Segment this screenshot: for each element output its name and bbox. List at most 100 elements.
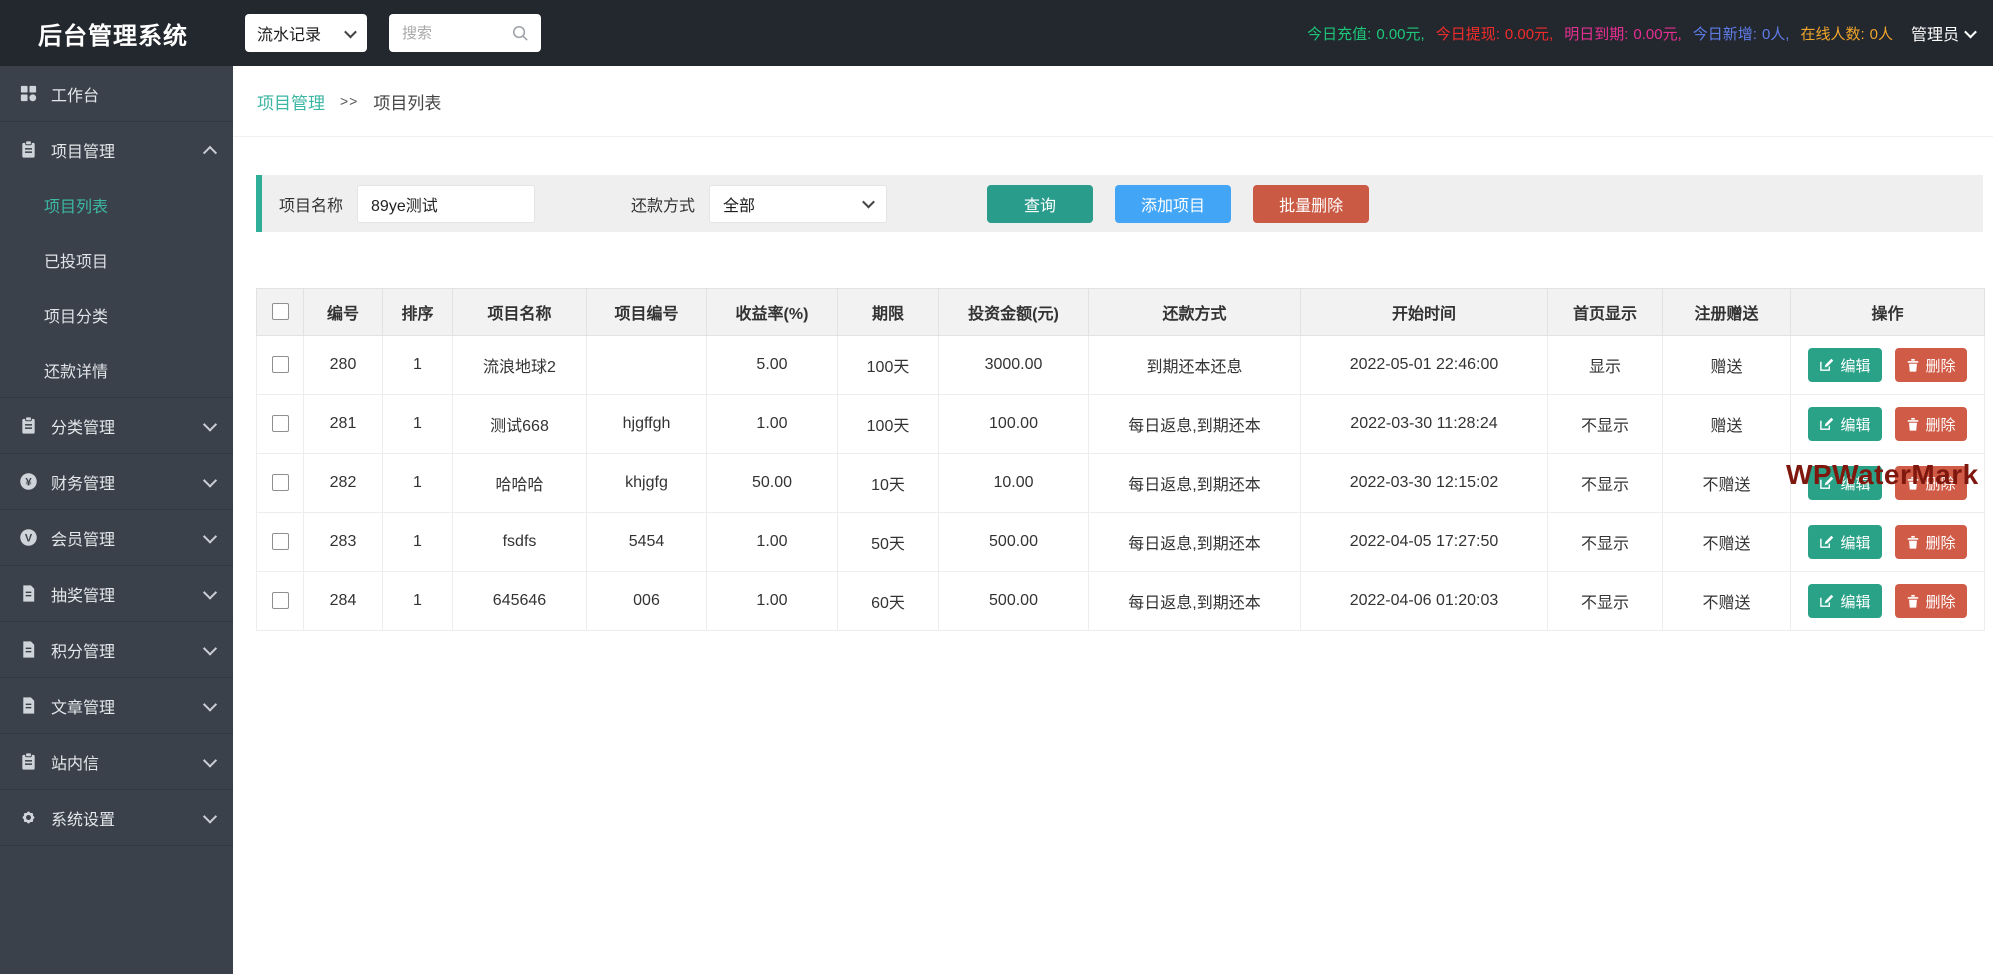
breadcrumb-parent[interactable]: 项目管理 [257,89,325,114]
batch-delete-button[interactable]: 批量删除 [1253,185,1369,223]
row-checkbox[interactable] [272,533,289,550]
sidebar-group-points-manage: 积分管理 [0,622,233,678]
chevron-down-icon [203,585,217,599]
cell-rate: 1.00 [707,395,838,454]
delete-button[interactable]: 删除 [1895,407,1967,441]
row-checkbox[interactable] [272,592,289,609]
sidebar-item-workbench[interactable]: 工作台 [0,66,233,121]
stat-label: 今日新增: [1693,23,1757,44]
sidebar-item-finance-manage[interactable]: ¥财务管理 [0,454,233,509]
cell-actions: 编辑 删除 [1791,395,1985,454]
sidebar-item-article-manage[interactable]: 文章管理 [0,678,233,733]
cell-start: 2022-04-05 17:27:50 [1301,513,1548,572]
cell-term: 100天 [838,336,939,395]
stat-due-tomorrow: 明日到期:0.00元, [1564,23,1682,44]
cell-amount: 10.00 [939,454,1089,513]
module-select[interactable]: 流水记录 [245,14,367,52]
cell-sort: 1 [383,395,453,454]
row-checkbox[interactable] [272,415,289,432]
edit-button[interactable]: 编辑 [1808,466,1881,500]
sidebar-item-label: 工作台 [51,82,215,106]
table-row: 284 1 645646 006 1.00 60天 500.00 每日返息,到期… [257,572,1985,631]
cell-display: 不显示 [1548,395,1663,454]
topbar-search-box[interactable] [389,14,541,52]
sidebar-item-lottery-manage[interactable]: 抽奖管理 [0,566,233,621]
stat-recharge: 今日充值:0.00元, [1307,23,1425,44]
cell-id: 281 [304,395,383,454]
cell-actions: 编辑 删除 [1791,572,1985,631]
delete-button[interactable]: 删除 [1895,348,1967,382]
stat-online: 在线人数:0人 [1800,23,1893,44]
cell-gift: 不赠送 [1663,454,1791,513]
delete-button[interactable]: 删除 [1895,466,1967,500]
search-input[interactable] [400,24,511,43]
admin-menu[interactable]: 管理员 [1911,21,1993,45]
stat-withdraw: 今日提现:0.00元, [1436,23,1554,44]
cell-start: 2022-04-06 01:20:03 [1301,572,1548,631]
sidebar-item-project-manage[interactable]: 项目管理 [0,122,233,177]
cell-term: 50天 [838,513,939,572]
cell-term: 60天 [838,572,939,631]
stat-value: 0.00元, [1505,23,1553,44]
delete-button[interactable]: 删除 [1895,525,1967,559]
edit-button[interactable]: 编辑 [1808,584,1881,618]
file-icon [19,584,38,603]
svg-text:V: V [25,532,33,544]
chevron-down-icon [203,417,217,431]
cell-code: hjgffgh [587,395,707,454]
cell-actions: 编辑 删除 [1791,454,1985,513]
edit-button[interactable]: 编辑 [1808,407,1881,441]
chevron-up-icon [203,145,217,159]
table-row: 281 1 测试668 hjgffgh 1.00 100天 100.00 每日返… [257,395,1985,454]
sidebar-subitem-invested-projects[interactable]: 已投项目 [0,232,233,287]
sidebar-item-category-manage[interactable]: 分类管理 [0,398,233,453]
edit-button[interactable]: 编辑 [1808,525,1881,559]
row-checkbox[interactable] [272,474,289,491]
project-name-input[interactable] [357,185,535,223]
delete-button[interactable]: 删除 [1895,584,1967,618]
edit-button[interactable]: 编辑 [1808,348,1881,382]
sidebar-subitem-project-category[interactable]: 项目分类 [0,287,233,342]
cell-rate: 1.00 [707,572,838,631]
trash-icon [1906,594,1920,609]
col-repay: 还款方式 [1089,289,1301,336]
cell-display: 不显示 [1548,572,1663,631]
yuan-circle-icon: ¥ [19,472,38,491]
chevron-down-icon [203,641,217,655]
table-row: 283 1 fsdfs 5454 1.00 50天 500.00 每日返息,到期… [257,513,1985,572]
sidebar-item-label: 抽奖管理 [51,582,205,606]
cell-code: khjgfg [587,454,707,513]
query-button[interactable]: 查询 [987,185,1093,223]
clipboard-icon [19,416,38,435]
cell-rate: 1.00 [707,513,838,572]
sidebar-subitem-project-list[interactable]: 项目列表 [0,177,233,232]
sidebar-item-system-settings[interactable]: 系统设置 [0,790,233,845]
chevron-down-icon [203,697,217,711]
select-all-checkbox[interactable] [272,303,289,320]
cell-code: 006 [587,572,707,631]
cell-code: 5454 [587,513,707,572]
breadcrumb-current: 项目列表 [373,89,441,114]
clipboard-icon [19,140,38,159]
stat-label: 今日提现: [1436,23,1500,44]
filter-bar: 项目名称 还款方式 全部 查询 添加项目 批量删除 [256,175,1983,232]
edit-icon [1819,535,1834,550]
svg-text:¥: ¥ [25,476,32,488]
add-project-button[interactable]: 添加项目 [1115,185,1231,223]
breadcrumb: 项目管理 >> 项目列表 [233,66,1993,137]
trash-icon [1906,476,1920,491]
sidebar-item-label: 积分管理 [51,638,205,662]
sidebar-item-site-message[interactable]: 站内信 [0,734,233,789]
sidebar-item-member-manage[interactable]: V会员管理 [0,510,233,565]
breadcrumb-separator: >> [340,93,358,109]
cell-code [587,336,707,395]
trash-icon [1906,358,1920,373]
repay-method-select[interactable]: 全部 [709,185,887,223]
col-gift: 注册赠送 [1663,289,1791,336]
sidebar-subitem-repayment-detail[interactable]: 还款详情 [0,342,233,397]
main-content: 项目管理 >> 项目列表 项目名称 还款方式 全部 查询 添加项目 批量删除 [233,66,1993,974]
sidebar-item-points-manage[interactable]: 积分管理 [0,622,233,677]
repay-method-label: 还款方式 [631,192,695,216]
row-checkbox[interactable] [272,356,289,373]
chevron-down-icon [203,529,217,543]
